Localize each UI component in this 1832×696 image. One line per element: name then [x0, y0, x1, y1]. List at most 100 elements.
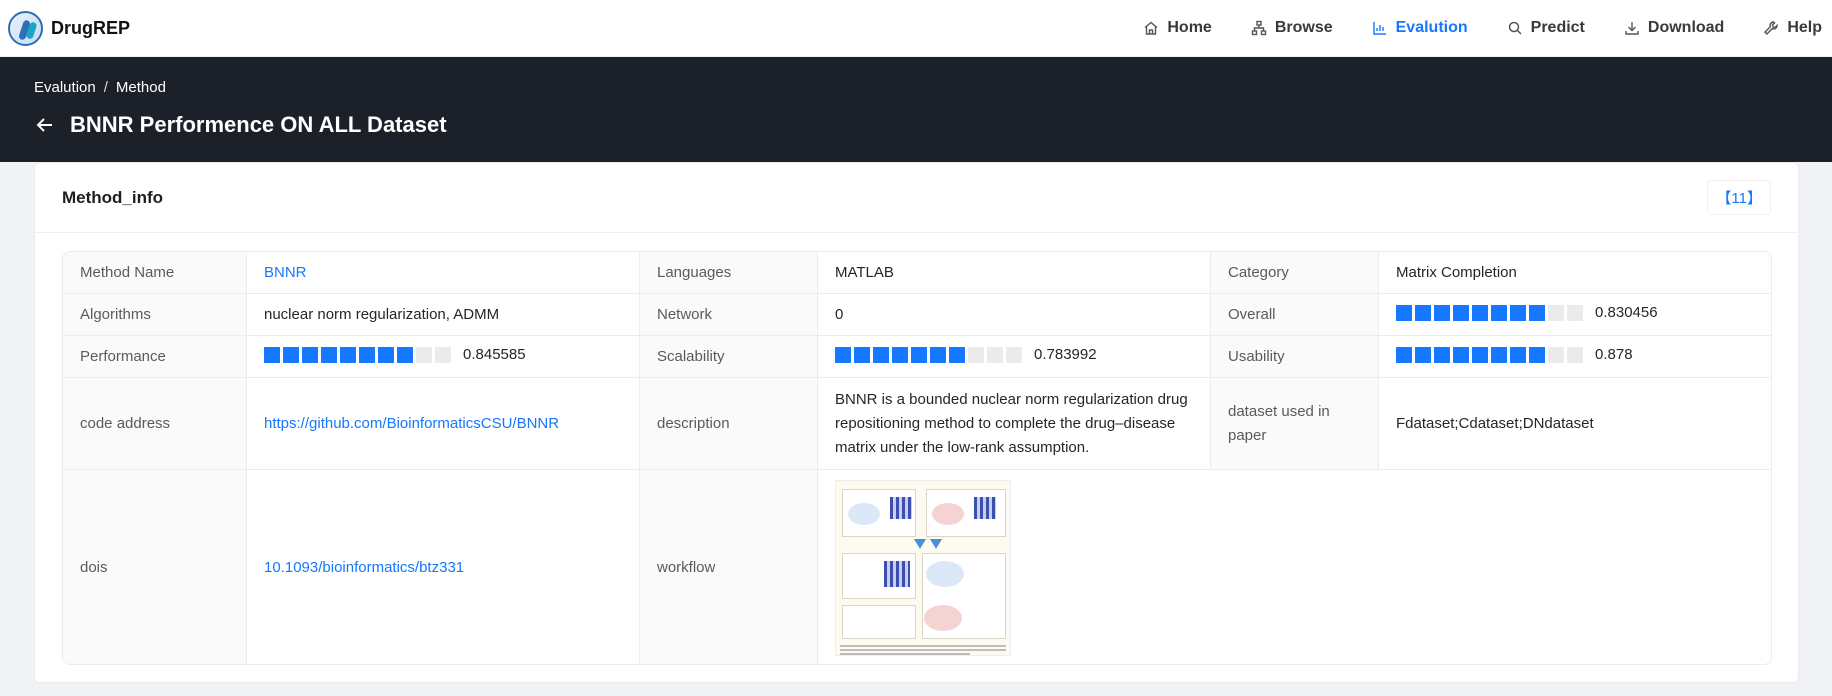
card-header: Method_info 【11】 — [35, 163, 1798, 233]
overall-label: Overall — [1211, 294, 1379, 336]
meter-segment — [1548, 346, 1564, 363]
wrench-icon — [1764, 21, 1779, 35]
meter-segment — [987, 346, 1003, 363]
performance-meter: 0.845585 — [264, 346, 526, 363]
page-title: BNNR Performence ON ALL Dataset — [70, 112, 447, 137]
method-info-table: Method Name BNNR Languages MATLAB Catego… — [62, 251, 1772, 665]
table-row: dois 10.1093/bioinformatics/btz331 workf… — [63, 470, 1771, 664]
scalability-value: 0.783992 — [1034, 346, 1097, 364]
meter-segment — [340, 346, 356, 363]
meter-segment — [1396, 304, 1412, 321]
reference-link[interactable]: 【11】 — [1707, 180, 1771, 215]
meter-segment — [1434, 346, 1450, 363]
overall-meter: 0.830456 — [1396, 304, 1658, 321]
dataset-label: dataset used in paper — [1211, 378, 1379, 470]
meter-segment — [911, 346, 927, 363]
meter-segment — [930, 346, 946, 363]
workflow-node-cluster — [926, 560, 964, 587]
meter-segment — [359, 346, 375, 363]
method-name-label: Method Name — [63, 252, 247, 294]
code-address-link[interactable]: https://github.com/BioinformaticsCSU/BNN… — [264, 415, 559, 432]
workflow-image[interactable] — [835, 479, 1011, 656]
description-label: description — [640, 378, 818, 470]
meter-segment — [283, 346, 299, 363]
table-row: Performance 0.845585 Scalability 0.78399… — [63, 336, 1771, 378]
meter-segment — [1567, 346, 1583, 363]
table-row: Method Name BNNR Languages MATLAB Catego… — [63, 252, 1771, 294]
workflow-matrix — [884, 560, 910, 587]
meter-segment — [854, 346, 870, 363]
top-nav-bar: DrugREP Home Browse Evalution Predict Do… — [0, 0, 1832, 57]
meter-segment — [1453, 304, 1469, 321]
workflow-node-cluster — [924, 604, 962, 631]
breadcrumb-separator: / — [103, 79, 108, 96]
usability-meter: 0.878 — [1396, 346, 1633, 363]
scalability-meter: 0.783992 — [835, 346, 1097, 363]
meter-segment — [1548, 304, 1564, 321]
meter-segment — [1510, 304, 1526, 321]
brand-name: DrugREP — [51, 17, 131, 38]
scalability-bar — [835, 346, 1022, 363]
algorithms-label: Algorithms — [63, 294, 247, 336]
nav-browse[interactable]: Browse — [1251, 0, 1333, 56]
drugrep-logo-icon — [8, 10, 43, 46]
meter-segment — [1567, 304, 1583, 321]
category-value: Matrix Completion — [1379, 252, 1771, 294]
meter-segment — [1006, 346, 1022, 363]
nav-help[interactable]: Help — [1763, 0, 1822, 56]
performance-label: Performance — [63, 336, 247, 378]
meter-segment — [416, 346, 432, 363]
meter-segment — [1529, 304, 1545, 321]
meter-segment — [1510, 346, 1526, 363]
code-address-label: code address — [63, 378, 247, 470]
meter-segment — [397, 346, 413, 363]
workflow-caption — [840, 644, 1006, 647]
meter-segment — [1453, 346, 1469, 363]
card-title: Method_info — [62, 187, 164, 207]
network-label: Network — [640, 294, 818, 336]
breadcrumb-evalution[interactable]: Evalution — [34, 79, 96, 96]
meter-segment — [1415, 346, 1431, 363]
meter-segment — [1491, 304, 1507, 321]
nav-download-label: Download — [1647, 19, 1725, 36]
method-name-link[interactable]: BNNR — [264, 264, 307, 281]
workflow-arrow — [914, 538, 926, 549]
bar-chart-icon — [1372, 22, 1386, 35]
meter-segment — [1529, 346, 1545, 363]
meter-segment — [321, 346, 337, 363]
dois-label: dois — [63, 470, 247, 664]
workflow-node-cluster — [848, 502, 880, 525]
dataset-value: Fdataset;Cdataset;DNdataset — [1379, 378, 1771, 470]
back-arrow-icon[interactable] — [34, 114, 56, 136]
workflow-panel — [842, 604, 916, 639]
nav-home-label: Home — [1167, 19, 1212, 36]
home-icon — [1144, 21, 1158, 35]
scalability-label: Scalability — [640, 336, 818, 378]
title-row: BNNR Performence ON ALL Dataset — [34, 112, 1798, 138]
meter-segment — [435, 346, 451, 363]
meter-segment — [1434, 304, 1450, 321]
brand[interactable]: DrugREP — [8, 10, 131, 46]
nav-home[interactable]: Home — [1143, 0, 1212, 56]
nav-evalution[interactable]: Evalution — [1372, 0, 1468, 56]
description-value: BNNR is a bounded nuclear norm regulariz… — [818, 378, 1211, 470]
performance-bar — [264, 346, 451, 363]
nav-help-label: Help — [1787, 19, 1822, 36]
nav-predict[interactable]: Predict — [1507, 0, 1585, 56]
nav-browse-label: Browse — [1274, 19, 1333, 36]
meter-segment — [835, 346, 851, 363]
workflow-node-cluster — [932, 502, 964, 525]
workflow-matrix — [974, 496, 996, 519]
usability-label: Usability — [1211, 336, 1379, 378]
workflow-label: workflow — [640, 470, 818, 664]
meter-segment — [1472, 346, 1488, 363]
search-icon — [1508, 21, 1522, 35]
network-value: 0 — [818, 294, 1211, 336]
main-nav: Home Browse Evalution Predict Download H… — [1104, 0, 1822, 56]
sitemap-icon — [1251, 20, 1267, 36]
workflow-caption — [840, 652, 970, 655]
overall-bar — [1396, 304, 1583, 321]
nav-download[interactable]: Download — [1624, 0, 1724, 56]
dois-link[interactable]: 10.1093/bioinformatics/btz331 — [264, 559, 464, 576]
meter-segment — [873, 346, 889, 363]
